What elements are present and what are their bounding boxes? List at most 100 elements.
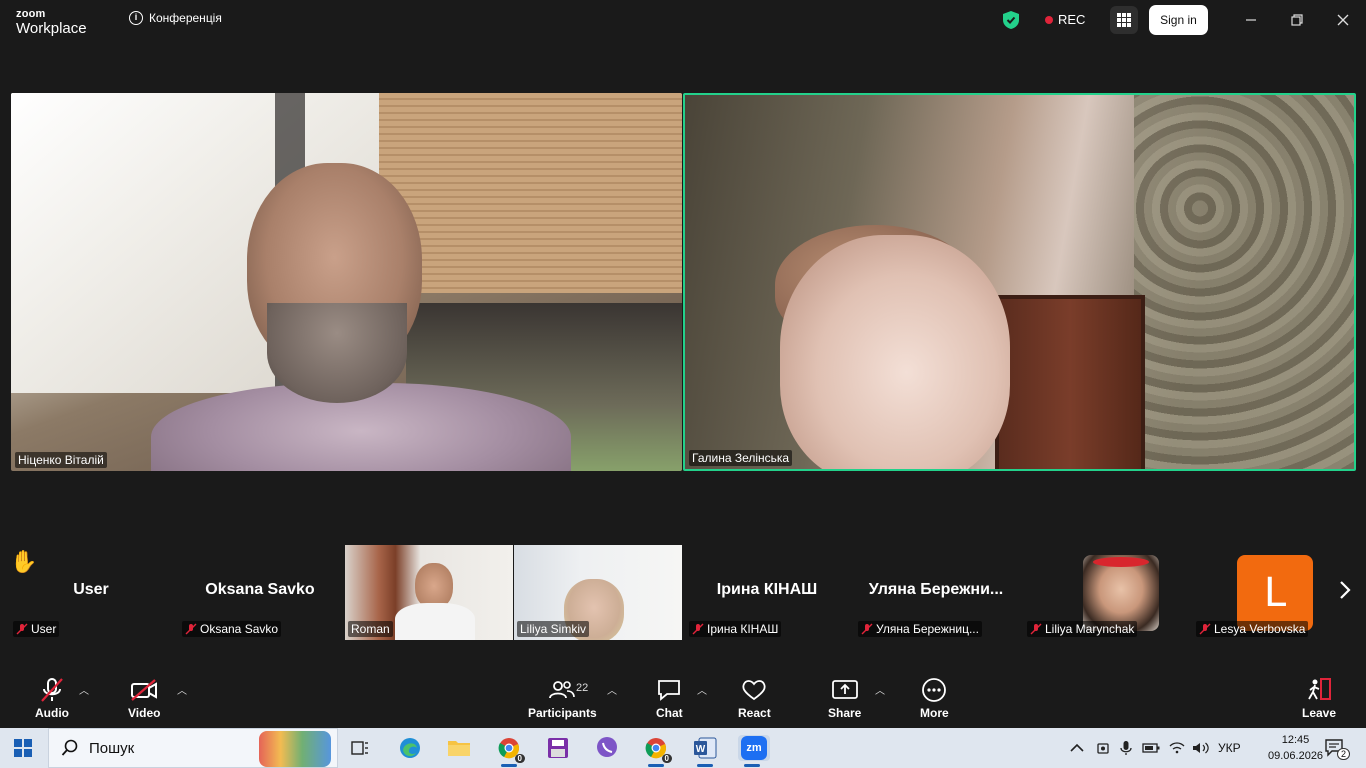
sign-in-button[interactable]: Sign in	[1149, 5, 1208, 35]
svg-text:W: W	[696, 744, 706, 755]
logo-line-workplace: Workplace	[16, 20, 87, 37]
more-button[interactable]: More	[920, 674, 949, 720]
participant-label-text: Уляна Бережниц...	[876, 622, 979, 636]
encryption-shield-icon[interactable]	[1003, 11, 1019, 29]
save-disk-app-icon[interactable]	[544, 735, 572, 761]
windows-start-icon[interactable]	[14, 739, 32, 757]
chevron-up-icon[interactable]	[1070, 743, 1084, 753]
system-tray: УКР	[1070, 728, 1241, 768]
participant-label-text: Liliya Marynchak	[1045, 622, 1135, 636]
avatar-flower-crown	[1093, 557, 1149, 567]
participant-label: Lesya Verbovska	[1196, 621, 1309, 637]
audio-options-chevron-icon[interactable]: ︿	[79, 682, 89, 697]
mic-off-icon	[692, 623, 704, 635]
participant-tile-oksana[interactable]: Oksana Savko Oksana Savko	[176, 545, 344, 640]
participant-name-label: Ніценко Віталій	[15, 452, 107, 468]
video-door	[995, 295, 1145, 469]
restore-icon[interactable]	[1287, 10, 1307, 30]
audio-button[interactable]: Audio	[35, 674, 69, 720]
notifications-icon[interactable]: 2	[1324, 738, 1350, 760]
minimize-icon[interactable]	[1241, 10, 1261, 30]
chat-button[interactable]: Chat	[656, 674, 683, 720]
meeting-info-button[interactable]: i Конференція	[129, 11, 222, 25]
participant-label: User	[13, 621, 60, 637]
share-options-chevron-icon[interactable]: ︿	[875, 682, 885, 697]
participants-button[interactable]: Participants	[528, 674, 597, 720]
zoom-app-label: zm	[741, 736, 767, 760]
leave-button[interactable]: Leave	[1302, 674, 1336, 720]
share-screen-icon	[831, 680, 858, 699]
search-highlight-art-icon	[259, 731, 331, 767]
system-clock[interactable]: 12:45 09.06.2026	[1268, 732, 1323, 764]
participants-options-chevron-icon[interactable]: ︿	[607, 682, 617, 697]
chrome-browser-icon[interactable]: 0	[495, 735, 525, 767]
task-view-icon[interactable]	[346, 735, 374, 761]
more-icon	[922, 678, 947, 702]
participant-label-text: Oksana Savko	[200, 622, 279, 636]
rec-dot-icon	[1045, 15, 1053, 24]
chat-label: Chat	[656, 706, 683, 720]
notification-count-badge: 2	[1336, 748, 1350, 760]
wifi-icon[interactable]	[1168, 741, 1186, 755]
viber-icon[interactable]	[593, 735, 621, 761]
volume-icon[interactable]	[1192, 741, 1210, 755]
participant-tile-user[interactable]: User User	[7, 545, 175, 640]
chat-icon	[658, 680, 681, 701]
chat-options-chevron-icon[interactable]: ︿	[697, 682, 707, 697]
zoom-logo: zoom Workplace	[16, 8, 87, 37]
participant-tile-uliana[interactable]: Уляна Бережни... Уляна Бережниц...	[852, 545, 1020, 640]
edge-browser-icon[interactable]	[396, 735, 424, 761]
microphone-tray-icon[interactable]	[1120, 740, 1132, 756]
clock-time: 12:45	[1281, 734, 1310, 746]
participants-count: 22	[576, 682, 589, 694]
view-layout-button[interactable]	[1110, 6, 1138, 34]
mic-muted-icon	[41, 678, 63, 702]
participant-tile-lesya[interactable]: L Lesya Verbovska	[1190, 545, 1330, 640]
participant-name-label: Галина Зелінська	[689, 450, 793, 466]
video-tile-nitsenko[interactable]: Ніценко Віталій	[11, 93, 682, 471]
grid-icon	[1117, 13, 1131, 27]
title-bar: zoom Workplace i Конференція REC Sign in	[0, 0, 1366, 44]
clock-date: 09.06.2026	[1268, 750, 1324, 762]
participant-tile-iryna[interactable]: Ірина КІНАШ Ірина КІНАШ	[683, 545, 851, 640]
word-icon[interactable]: W	[691, 735, 719, 767]
leave-label: Leave	[1302, 706, 1337, 720]
recording-indicator[interactable]: REC	[1045, 12, 1085, 27]
video-options-chevron-icon[interactable]: ︿	[177, 682, 187, 697]
participant-beard	[267, 303, 407, 403]
participant-tile-liliya-marynchak[interactable]: Liliya Marynchak	[1021, 545, 1189, 640]
react-button[interactable]: React	[738, 674, 771, 720]
mic-off-icon	[16, 623, 28, 635]
meeting-toolbar: Audio ︿ Video ︿ Participants 22 ︿ Chat ︿…	[0, 668, 1366, 728]
video-button[interactable]: Video	[128, 674, 160, 720]
share-label: Share	[828, 706, 862, 720]
close-icon[interactable]	[1333, 10, 1353, 30]
participant-name: User	[73, 581, 109, 598]
camera-off-icon	[131, 679, 158, 701]
file-explorer-icon[interactable]	[445, 735, 473, 761]
keyboard-language[interactable]: УКР	[1218, 741, 1241, 755]
video-tile-zelinska[interactable]: Галина Зелінська	[683, 93, 1356, 471]
participant-label: Ірина КІНАШ	[689, 621, 782, 637]
chrome-badge: 0	[661, 754, 672, 763]
camera-tray-icon[interactable]	[1096, 741, 1110, 755]
battery-icon[interactable]	[1142, 742, 1160, 754]
video-ceiling	[379, 93, 682, 293]
share-button[interactable]: Share	[828, 674, 861, 720]
mic-off-icon	[185, 623, 197, 635]
search-icon	[61, 739, 78, 756]
participant-tile-liliya-simkiv[interactable]: Liliya Simkiv	[514, 545, 682, 640]
participant-label-text: Lesya Verbovska	[1214, 622, 1306, 636]
heart-icon	[742, 680, 766, 701]
participant-label: Liliya Marynchak	[1027, 621, 1138, 637]
chrome-browser-icon-2[interactable]: 0	[642, 735, 672, 767]
mic-off-icon	[1199, 623, 1211, 635]
chrome-badge: 0	[514, 754, 525, 763]
next-page-arrow-icon[interactable]	[1338, 580, 1352, 606]
taskbar-search-box[interactable]: Пошук	[48, 728, 338, 768]
participant-label-text: User	[31, 622, 57, 636]
participant-tile-roman[interactable]: Roman	[345, 545, 513, 640]
logo-line-zoom: zoom	[16, 8, 46, 20]
audio-label: Audio	[35, 706, 69, 720]
zoom-app-icon[interactable]: zm	[738, 735, 770, 767]
